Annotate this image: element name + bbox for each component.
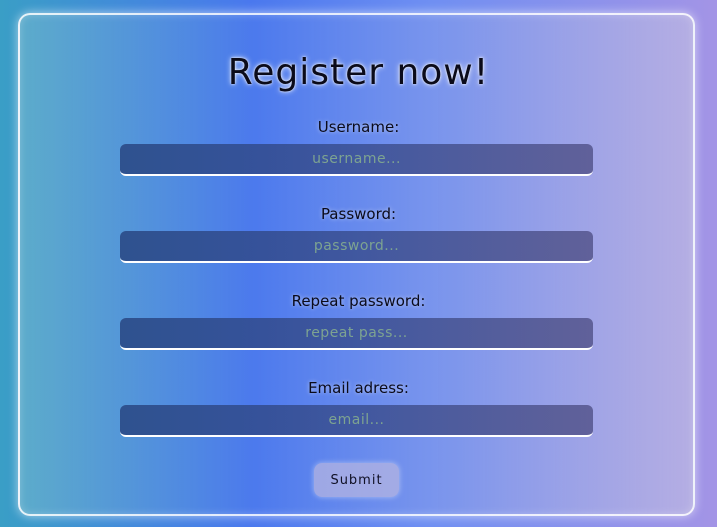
password-input[interactable]	[120, 231, 593, 263]
email-input[interactable]	[120, 405, 593, 437]
repeat-password-input[interactable]	[120, 318, 593, 350]
submit-button[interactable]: Submit	[314, 463, 399, 497]
email-label: Email adress:	[308, 379, 409, 397]
page-title: Register now!	[227, 52, 490, 93]
username-label: Username:	[317, 118, 400, 136]
password-label: Password:	[320, 205, 397, 223]
repeat-password-label: Repeat password:	[291, 292, 426, 310]
username-input[interactable]	[120, 144, 593, 176]
